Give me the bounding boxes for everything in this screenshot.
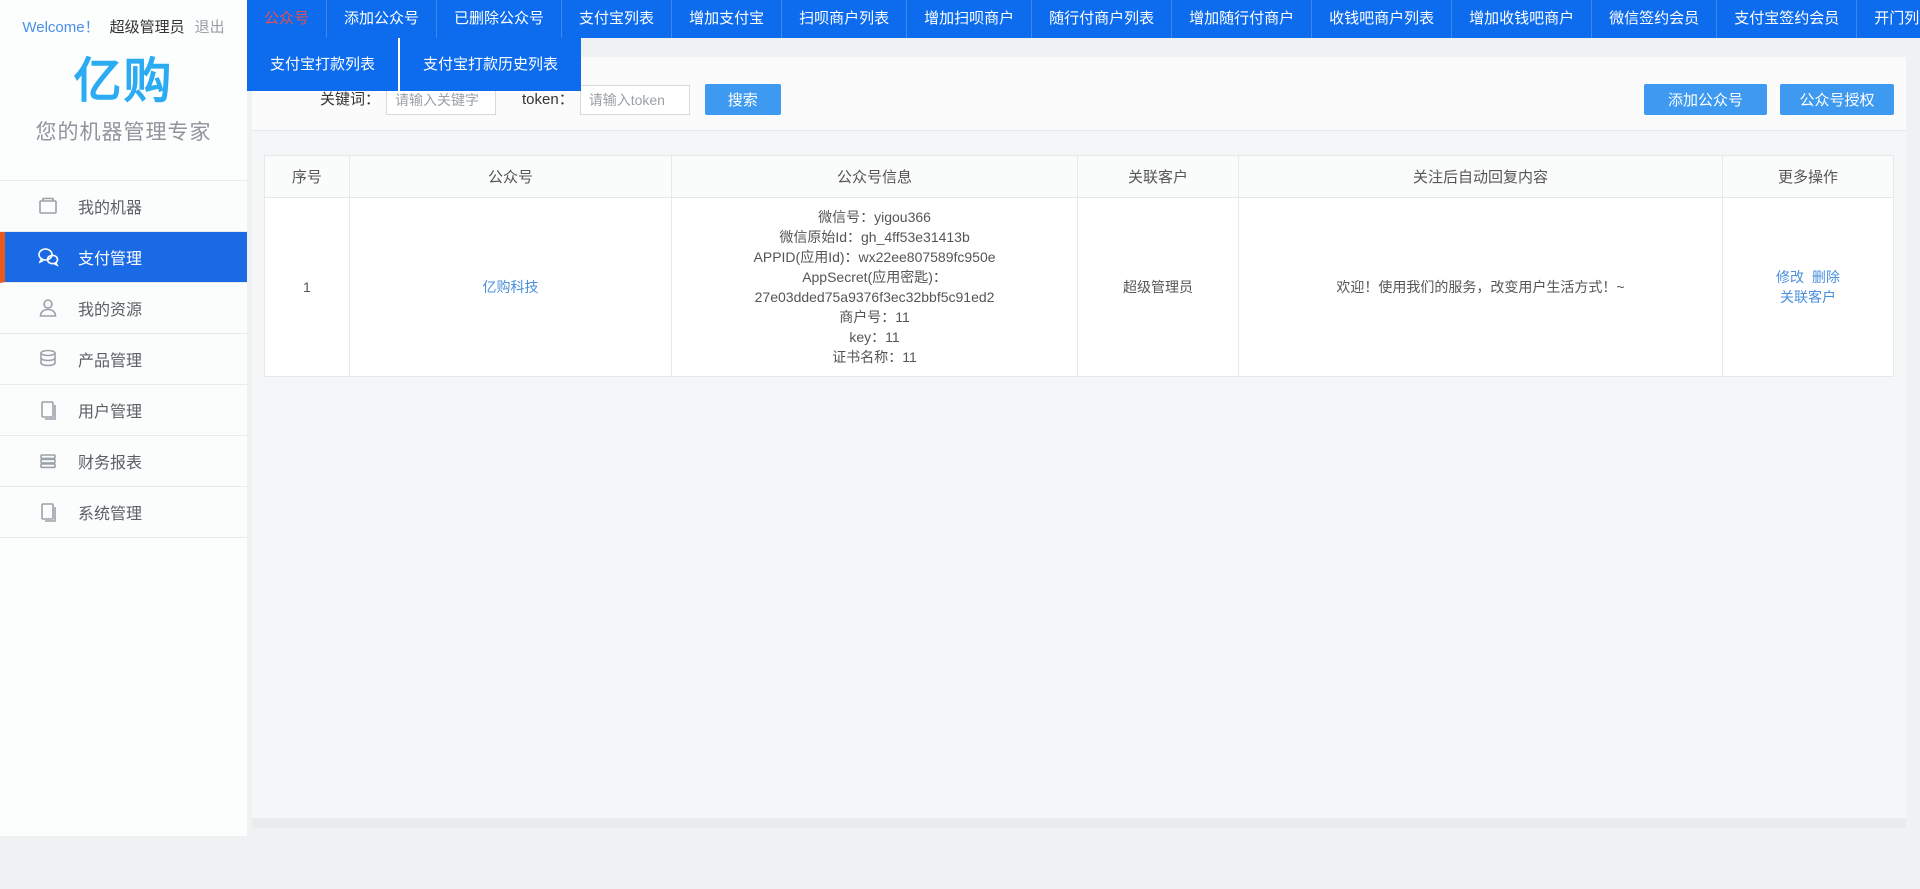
content-area: 公众号 添加公众号 已删除公众号 支付宝列表 增加支付宝 扫呗商户列表 增加扫呗… [247, 0, 1920, 889]
nav-tab-saobei-merchant-list[interactable]: 扫呗商户列表 [782, 0, 907, 38]
sidebar: Welcome！ 超级管理员 退出 亿购 您的机器管理专家 我的机器 支付管理 … [0, 0, 247, 836]
logout-link[interactable]: 退出 [195, 16, 225, 37]
sidebar-item-my-machines[interactable]: 我的机器 [0, 181, 247, 232]
delete-link[interactable]: 删除 [1812, 269, 1840, 285]
document-icon [36, 500, 60, 524]
nav-tab-add-saobei-merchant[interactable]: 增加扫呗商户 [907, 0, 1032, 38]
table-header-row: 序号 公众号 公众号信息 关联客户 关注后自动回复内容 更多操作 [265, 156, 1894, 198]
sidebar-item-product-management[interactable]: 产品管理 [0, 334, 247, 385]
top-nav: 公众号 添加公众号 已删除公众号 支付宝列表 增加支付宝 扫呗商户列表 增加扫呗… [247, 0, 1920, 38]
brand-logo: 亿购 [0, 54, 247, 110]
machine-icon [36, 194, 60, 218]
header-client: 关联客户 [1077, 156, 1238, 198]
nav-tab-shouqianba-merchant-list[interactable]: 收钱吧商户列表 [1312, 0, 1452, 38]
nav-tab-add-suixingfu-merchant[interactable]: 增加随行付商户 [1172, 0, 1312, 38]
table-wrapper: 序号 公众号 公众号信息 关联客户 关注后自动回复内容 更多操作 1 亿购科技 [252, 131, 1906, 377]
subtab-alipay-payout-history-list[interactable]: 支付宝打款历史列表 [398, 38, 581, 91]
sidebar-item-system-management[interactable]: 系统管理 [0, 487, 247, 538]
nav-tab-add-alipay[interactable]: 增加支付宝 [672, 0, 782, 38]
search-button[interactable]: 搜索 [705, 84, 781, 115]
nav-tab-wechat-signed-members[interactable]: 微信签约会员 [1592, 0, 1717, 38]
header-index: 序号 [265, 156, 350, 198]
header-auto-reply: 关注后自动回复内容 [1239, 156, 1723, 198]
nav-tab-alipay-signed-members[interactable]: 支付宝签约会员 [1717, 0, 1857, 38]
header-actions: 更多操作 [1722, 156, 1893, 198]
nav-tab-door-list[interactable]: 开门列表 [1857, 0, 1920, 38]
official-account-auth-button[interactable]: 公众号授权 [1780, 84, 1894, 115]
action-line-1: 修改 删除 [1729, 267, 1887, 287]
sidebar-item-label: 用户管理 [78, 398, 142, 422]
sidebar-item-label: 财务报表 [78, 449, 142, 473]
sidebar-item-label: 我的资源 [78, 296, 142, 320]
account-name-link[interactable]: 亿购科技 [482, 279, 538, 295]
welcome-text: Welcome！ [22, 16, 99, 37]
pages-icon [36, 398, 60, 422]
nav-tab-deleted-official-accounts[interactable]: 已删除公众号 [437, 0, 562, 38]
official-accounts-table: 序号 公众号 公众号信息 关联客户 关注后自动回复内容 更多操作 1 亿购科技 [264, 155, 1894, 377]
database-icon [36, 347, 60, 371]
report-icon [36, 449, 60, 473]
token-input[interactable] [580, 85, 690, 115]
nav-tab-add-shouqianba-merchant[interactable]: 增加收钱吧商户 [1452, 0, 1592, 38]
welcome-bar: Welcome！ 超级管理员 退出 [0, 0, 247, 46]
logo-block: 亿购 您的机器管理专家 [0, 54, 247, 146]
sidebar-item-user-management[interactable]: 用户管理 [0, 385, 247, 436]
cell-index: 1 [265, 198, 350, 377]
sidebar-item-label: 我的机器 [78, 194, 142, 218]
nav-tab-add-official-account[interactable]: 添加公众号 [327, 0, 437, 38]
action-line-2: 关联客户 [1729, 287, 1887, 307]
cell-account: 亿购科技 [349, 198, 672, 377]
current-user: 超级管理员 [110, 16, 185, 37]
cell-actions: 修改 删除 关联客户 [1722, 198, 1893, 377]
sidebar-item-financial-reports[interactable]: 财务报表 [0, 436, 247, 487]
sidebar-item-label: 系统管理 [78, 500, 142, 524]
info-appid: APPID(应用Id)：wx22ee807589fc950e [678, 247, 1071, 267]
nav-tab-alipay-list[interactable]: 支付宝列表 [562, 0, 672, 38]
cell-client: 超级管理员 [1077, 198, 1238, 377]
info-appsecret-label: AppSecret(应用密匙)： [678, 267, 1071, 287]
sidebar-menu: 我的机器 支付管理 我的资源 产品管理 用户管理 [0, 180, 247, 538]
link-client-link[interactable]: 关联客户 [1780, 289, 1836, 305]
table-row: 1 亿购科技 微信号：yigou366 微信原始Id：gh_4ff53e3141… [265, 198, 1894, 377]
info-cert-name: 证书名称：11 [678, 347, 1071, 367]
info-key: key：11 [678, 327, 1071, 347]
sidebar-item-my-resources[interactable]: 我的资源 [0, 283, 247, 334]
brand-tagline: 您的机器管理专家 [0, 116, 247, 146]
cell-auto-reply: 欢迎！使用我们的服务，改变用户生活方式！~ [1239, 198, 1723, 377]
sidebar-item-payment-management[interactable]: 支付管理 [0, 232, 247, 283]
sidebar-item-label: 产品管理 [78, 347, 142, 371]
info-original-id: 微信原始Id：gh_4ff53e31413b [678, 227, 1071, 247]
nav-tab-official-accounts[interactable]: 公众号 [247, 0, 327, 38]
nav-tab-suixingfu-merchant-list[interactable]: 随行付商户列表 [1032, 0, 1172, 38]
cell-account-info: 微信号：yigou366 微信原始Id：gh_4ff53e31413b APPI… [672, 198, 1078, 377]
sidebar-item-label: 支付管理 [78, 245, 142, 269]
info-appsecret-value: 27e03dded75a9376f3ec32bbf5c91ed2 [678, 287, 1071, 307]
info-wechat-id: 微信号：yigou366 [678, 207, 1071, 227]
main-panel: 关键词： token： 搜索 添加公众号 公众号授权 序号 公众号 公众号信息 [252, 57, 1906, 828]
person-icon [36, 296, 60, 320]
header-account-info: 公众号信息 [672, 156, 1078, 198]
edit-link[interactable]: 修改 [1776, 269, 1804, 285]
add-official-account-button[interactable]: 添加公众号 [1644, 84, 1767, 115]
info-merchant-id: 商户号：11 [678, 307, 1071, 327]
header-account: 公众号 [349, 156, 672, 198]
subtab-alipay-payout-list[interactable]: 支付宝打款列表 [247, 38, 398, 91]
sub-nav: 支付宝打款列表 支付宝打款历史列表 [247, 38, 581, 91]
wechat-pay-icon [36, 245, 60, 269]
